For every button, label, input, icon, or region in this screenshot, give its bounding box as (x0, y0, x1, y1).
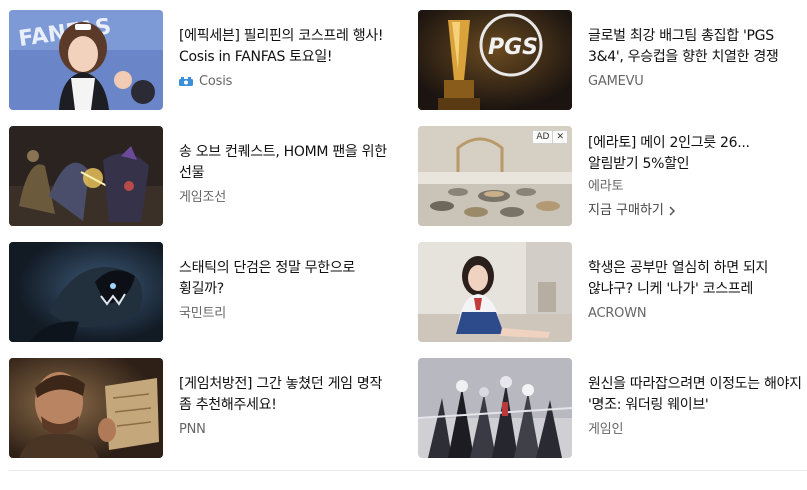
news-card[interactable]: 송 오브 컨퀘스트, HOMM 팬을 위한 선물 게임조선 (9, 126, 394, 226)
battle-scene-thumbnail[interactable] (9, 126, 163, 226)
source-label: GAMEVU (588, 74, 644, 89)
article-title[interactable]: [게임처방전] 그간 놓쳤던 게임 명작 좀 추천해주세요! (179, 374, 394, 416)
wuthering-waves-thumbnail[interactable] (418, 358, 572, 458)
article-title[interactable]: 글로벌 최강 배그팀 총집합 'PGS 3&4', 우승컵을 향한 치열한 경쟁 (588, 26, 803, 68)
divider (9, 470, 807, 471)
ad-card[interactable]: AD ✕ [에라토] 메이 2인그릇 26... 알림받기 5%할인 에라토 지… (418, 126, 803, 226)
article-source: ACROWN (588, 306, 803, 322)
article-source: PNN (179, 422, 394, 438)
news-card[interactable]: PGS 글로벌 최강 배그팀 총집합 'PGS 3&4', 우승컵을 향한 치열… (418, 10, 803, 110)
buy-now-link[interactable]: 지금 구매하기 (588, 203, 803, 219)
ad-badge: AD ✕ (532, 130, 568, 144)
article-title[interactable]: 학생은 공부만 열심히 하면 되지 않냐구? 니케 '나가' 코스프레 (588, 258, 803, 300)
source-label: 에라토 (588, 179, 624, 194)
article-source: 에라토 (588, 179, 803, 195)
article-title[interactable]: 원신을 따라잡으려면 이정도는 해야지 '명조: 워더링 웨이브' (588, 374, 803, 416)
source-label: 국민트리 (179, 306, 227, 321)
cosis-logo-icon (179, 77, 193, 86)
article-source: 국민트리 (179, 306, 394, 322)
close-icon[interactable]: ✕ (552, 131, 567, 143)
news-card[interactable]: 원신을 따라잡으려면 이정도는 해야지 '명조: 워더링 웨이브' 게임인 (418, 358, 803, 458)
chevron-right-icon (669, 206, 675, 216)
news-card[interactable]: 스태틱의 단검은 정말 무한으로 휭길까? 국민트리 (9, 242, 394, 342)
tableware-ad-thumbnail[interactable]: AD ✕ (418, 126, 572, 226)
dark-creature-thumbnail[interactable] (9, 242, 163, 342)
source-label: 게임인 (588, 422, 624, 437)
adventurer-map-thumbnail[interactable] (9, 358, 163, 458)
article-title[interactable]: 송 오브 컨퀘스트, HOMM 팬을 위한 선물 (179, 142, 394, 184)
article-title[interactable]: [에픽세븐] 필리핀의 코스프레 행사! Cosis in FANFAS 토요일… (179, 26, 394, 68)
source-label: ACROWN (588, 306, 647, 321)
news-card[interactable]: [게임처방전] 그간 놓쳤던 게임 명작 좀 추천해주세요! PNN (9, 358, 394, 458)
article-source: GAMEVU (588, 74, 803, 90)
article-source: Cosis (179, 74, 394, 90)
ad-title[interactable]: [에라토] 메이 2인그릇 26... 알림받기 5%할인 (588, 133, 773, 175)
article-title[interactable]: 스태틱의 단검은 정말 무한으로 휭길까? (179, 258, 394, 300)
trophy-thumbnail[interactable]: PGS (418, 10, 572, 110)
cosplay-maid-thumbnail[interactable]: FANFAS (9, 10, 163, 110)
source-label: 게임조선 (179, 190, 227, 205)
news-card[interactable]: FANFAS [에픽세븐] 필리핀의 코스프레 행사! Cosis in FAN… (9, 10, 394, 110)
news-card[interactable]: 학생은 공부만 열심히 하면 되지 않냐구? 니케 '나가' 코스프레 ACRO… (418, 242, 803, 342)
nikke-cosplay-thumbnail[interactable] (418, 242, 572, 342)
cta-label: 지금 구매하기 (588, 203, 664, 218)
article-source: 게임인 (588, 422, 803, 438)
source-label: PNN (179, 422, 206, 437)
source-label: Cosis (199, 74, 233, 89)
svg-text:PGS: PGS (488, 35, 538, 60)
article-source: 게임조선 (179, 190, 394, 206)
ad-label: AD (536, 132, 550, 142)
